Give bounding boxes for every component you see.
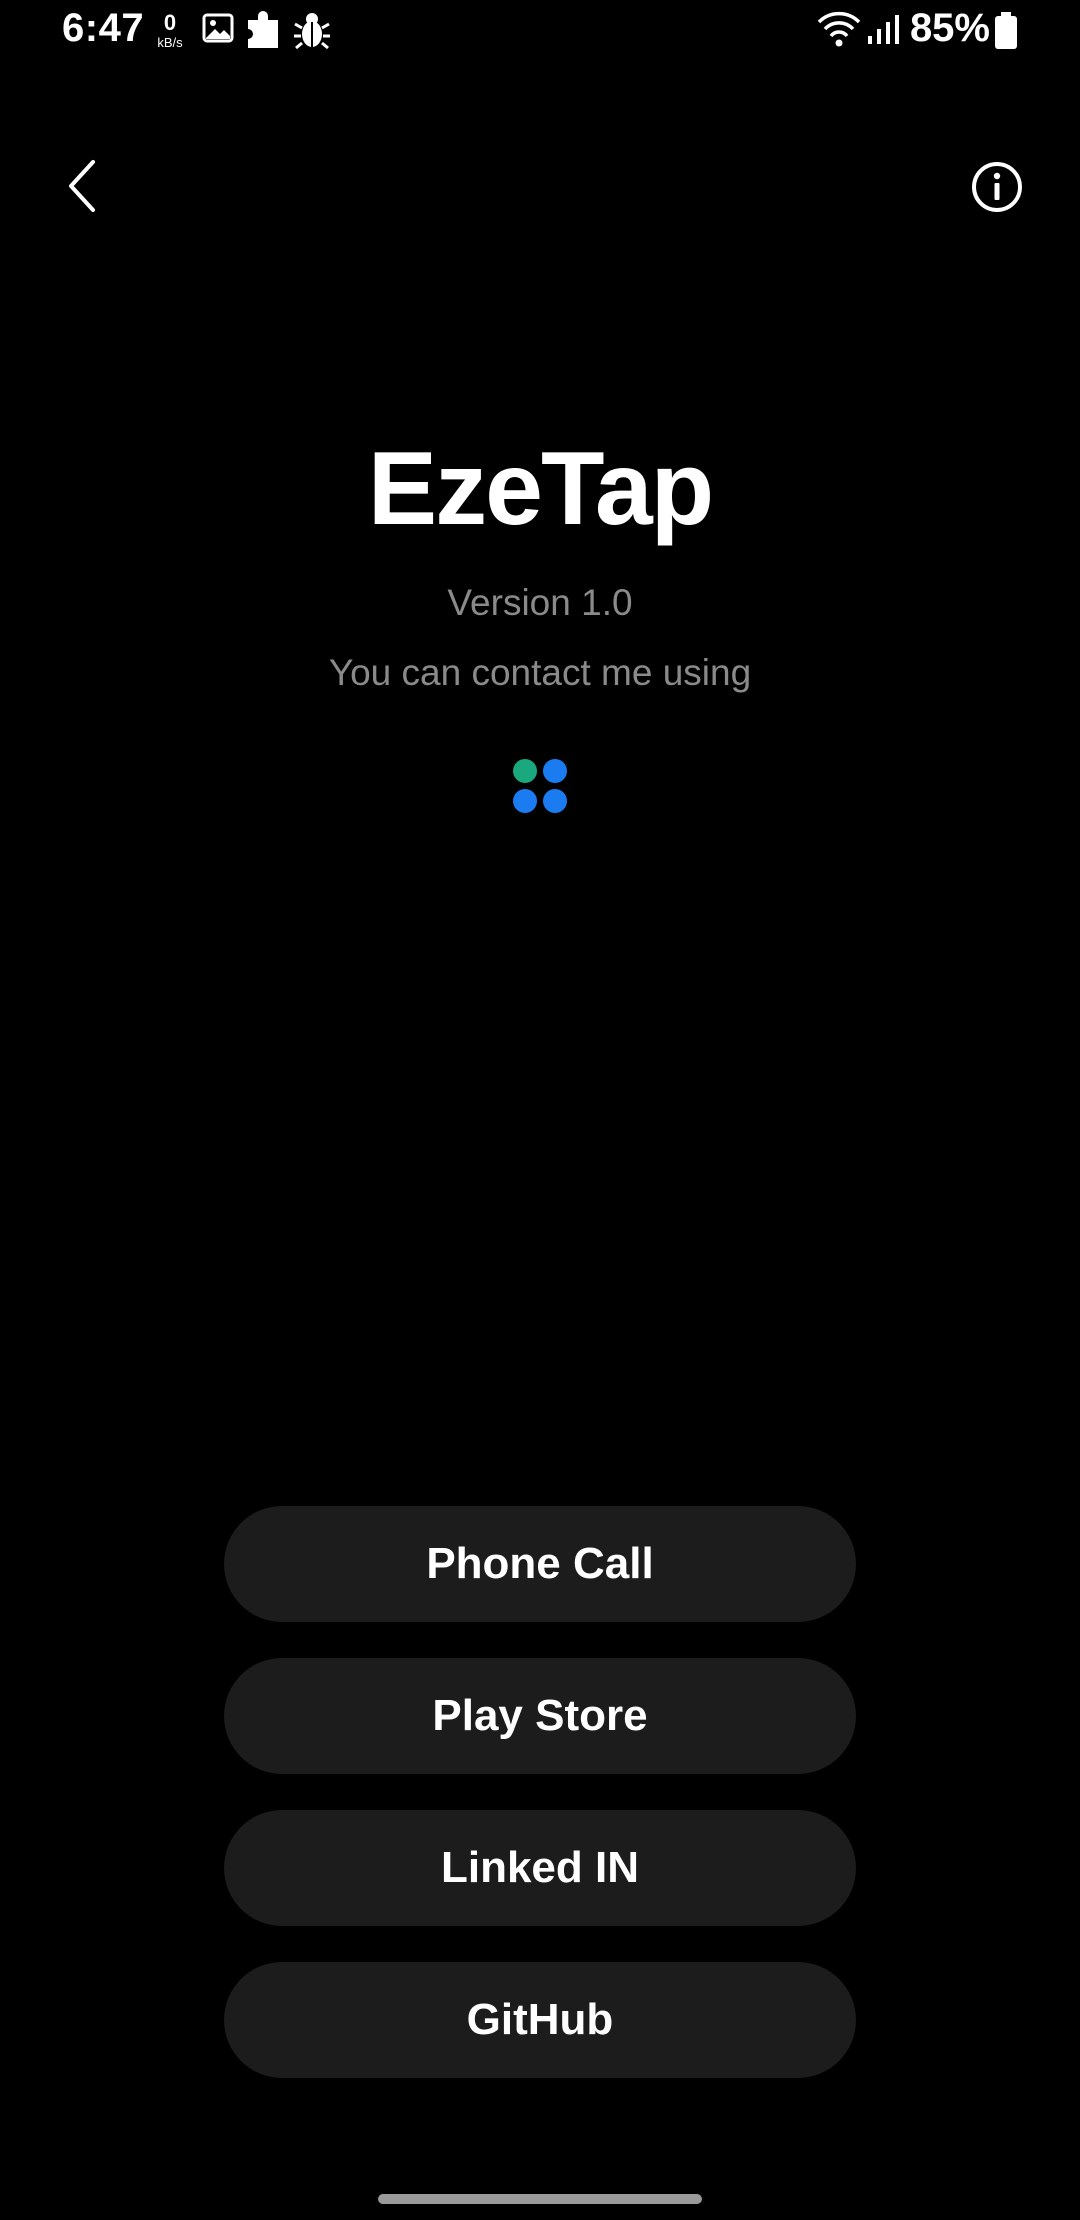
- puzzle-icon: [243, 8, 284, 57]
- wifi-icon: [816, 10, 862, 53]
- info-icon: [971, 161, 1023, 218]
- phone-call-button[interactable]: Phone Call: [224, 1506, 856, 1622]
- battery-percent: 85%: [909, 6, 990, 50]
- app-title: EzeTap: [367, 431, 714, 547]
- linkedin-button[interactable]: Linked IN: [224, 1810, 856, 1926]
- status-time: 6:47: [62, 6, 145, 50]
- version-label: Version 1.0: [447, 582, 633, 623]
- battery-icon: [994, 12, 1018, 55]
- status-bar: 6:47 0 kB/s 85%: [0, 0, 1080, 64]
- chevron-left-icon: [63, 156, 103, 221]
- play-store-button[interactable]: Play Store: [224, 1658, 856, 1774]
- network-speed: 0 kB/s: [152, 12, 188, 56]
- image-icon: [202, 12, 234, 49]
- apps-grid-icon: [510, 756, 570, 816]
- bug-icon: [294, 10, 330, 55]
- signal-icon: [866, 14, 900, 51]
- info-button[interactable]: [966, 158, 1028, 220]
- home-gesture-handle[interactable]: [378, 2194, 702, 2204]
- network-speed-unit: kB/s: [157, 35, 183, 50]
- back-button[interactable]: [50, 150, 116, 226]
- network-speed-value: 0: [163, 10, 177, 35]
- contact-subtitle: You can contact me using: [328, 652, 752, 693]
- github-button[interactable]: GitHub: [224, 1962, 856, 2078]
